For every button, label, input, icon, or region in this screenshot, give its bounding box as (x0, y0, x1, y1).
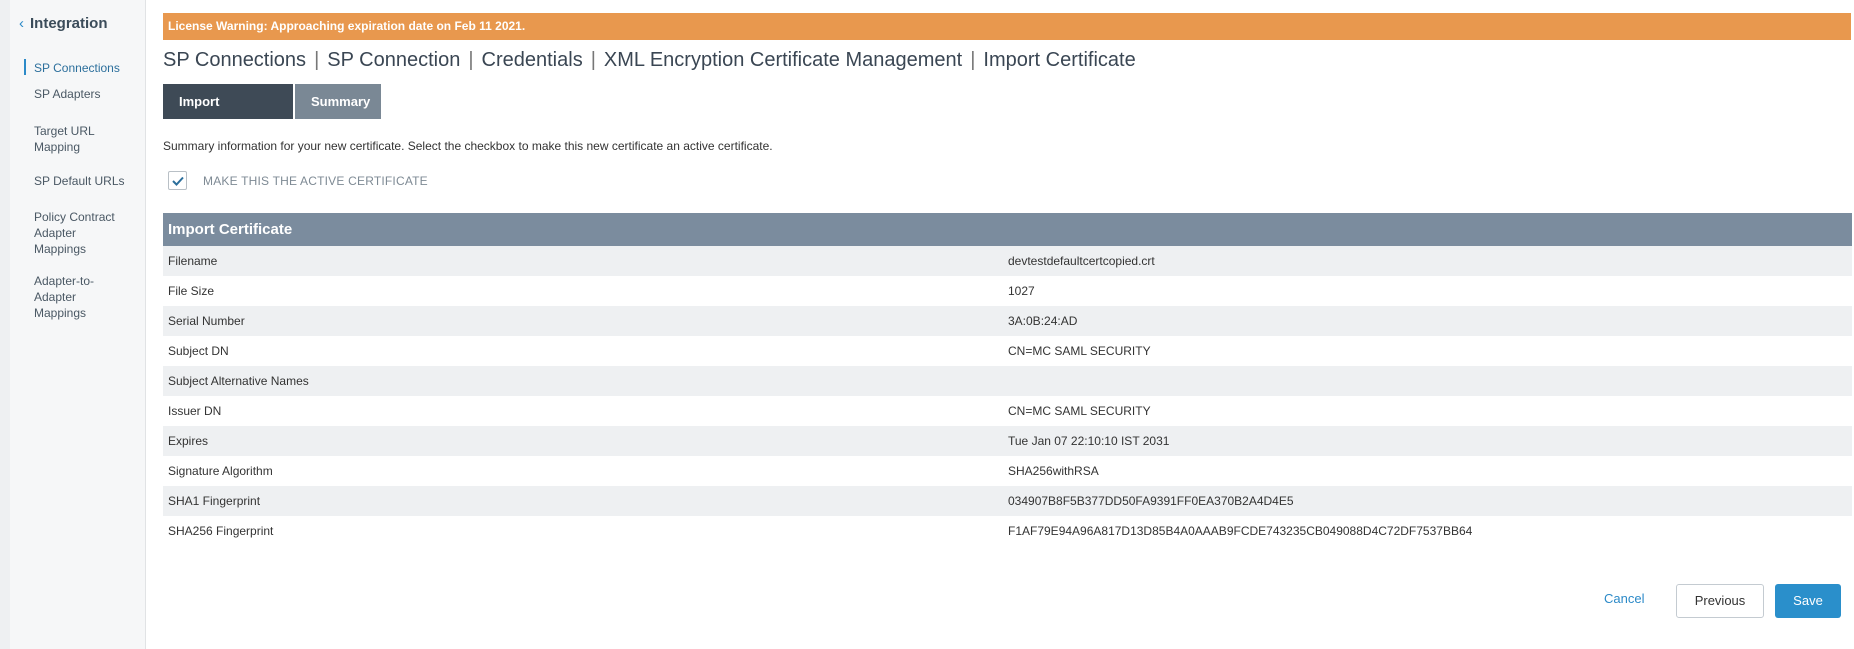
wizard-tabs: Import Certificate Summary (163, 84, 381, 144)
sidebar-item-adapter-to-adapter-mappings[interactable]: Adapter-to-Adapter Mappings (34, 273, 109, 321)
breadcrumb-import-certificate: Import Certificate (983, 49, 1136, 71)
row-key: File Size (168, 284, 215, 298)
breadcrumb-separator: | (970, 49, 976, 71)
table-row: File Size 1027 (163, 276, 1852, 306)
row-value (1008, 366, 1852, 396)
breadcrumb-separator: | (590, 49, 596, 71)
chevron-left-icon: ‹ (19, 15, 24, 32)
row-key: Subject Alternative Names (168, 374, 309, 388)
active-indicator (24, 59, 26, 75)
breadcrumb-sp-connections[interactable]: SP Connections (163, 49, 306, 71)
tab-summary[interactable]: Summary (295, 84, 381, 119)
table-header: Import Certificate (163, 213, 1852, 246)
breadcrumb-credentials[interactable]: Credentials (482, 49, 583, 71)
certificate-summary-table: Import Certificate Filename devtestdefaul… (163, 213, 1852, 546)
active-certificate-label: MAKE THIS THE ACTIVE CERTIFICATE (203, 173, 428, 188)
save-button[interactable]: Save (1775, 584, 1841, 618)
back-label: Integration (30, 15, 108, 32)
table-row: Expires Tue Jan 07 22:10:10 IST 2031 (163, 426, 1852, 456)
sidebar-item-sp-default-urls[interactable]: SP Default URLs (34, 173, 144, 189)
cancel-button[interactable]: Cancel (1604, 591, 1644, 606)
row-key: Expires (168, 434, 209, 448)
row-value: CN=MC SAML SECURITY (1008, 404, 1151, 418)
row-value: Tue Jan 07 22:10:10 IST 2031 (1008, 434, 1170, 448)
summary-description: Summary information for your new certifi… (163, 139, 773, 153)
row-key: Signature Algorithm (168, 464, 273, 478)
table-row: Subject DN CN=MC SAML SECURITY (163, 336, 1852, 366)
table-row: Signature Algorithm SHA256withRSA (163, 456, 1852, 486)
row-key: Serial Number (168, 314, 245, 328)
table-row: SHA1 Fingerprint 034907B8F5B377DD50FA9391… (163, 486, 1852, 516)
sidebar-item-sp-adapters[interactable]: SP Adapters (34, 86, 144, 102)
breadcrumb-separator: | (468, 49, 474, 71)
row-value: F1AF79E94A96A817D13D85B4A0AAAB9FCDE74323… (1008, 524, 1473, 538)
sidebar-item-target-url-mapping[interactable]: Target URL Mapping (34, 123, 104, 155)
row-value: 034907B8F5B377DD50FA9391FF0EA370B2A4D4E5 (1008, 494, 1294, 508)
left-rail (0, 0, 10, 649)
sidebar-item-sp-connections[interactable]: SP Connections (34, 60, 144, 76)
row-value: SHA256withRSA (1008, 464, 1099, 478)
breadcrumb-separator: | (314, 49, 320, 71)
row-key: SHA1 Fingerprint (168, 494, 261, 508)
table-row: Issuer DN CN=MC SAML SECURITY (163, 396, 1852, 426)
row-value: CN=MC SAML SECURITY (1008, 344, 1151, 358)
row-key: Issuer DN (168, 404, 222, 418)
sidebar-item-policy-contract-adapter-mappings[interactable]: Policy Contract Adapter Mappings (34, 209, 129, 257)
active-certificate-checkbox[interactable] (168, 171, 187, 190)
row-value: devtestdefaultcertcopied.crt (1008, 254, 1155, 268)
main-content: License Warning: Approaching expiration … (145, 0, 1854, 649)
row-key: Subject DN (168, 344, 229, 358)
row-value: 3A:0B:24:AD (1008, 314, 1078, 328)
breadcrumb: SP Connections | SP Connection | Credentials… (163, 49, 1136, 72)
row-value: 1027 (1008, 284, 1035, 298)
breadcrumb-xml-encryption-cert-mgmt[interactable]: XML Encryption Certificate Management (604, 49, 962, 71)
table-row: Serial Number 3A:0B:24:AD (163, 306, 1852, 336)
active-certificate-option: MAKE THIS THE ACTIVE CERTIFICATE (168, 171, 428, 190)
breadcrumb-sp-connection[interactable]: SP Connection (327, 49, 460, 71)
sidebar: ‹ Integration SP Connections SP Adapters … (10, 0, 146, 649)
row-key: SHA256 Fingerprint (168, 524, 274, 538)
previous-button[interactable]: Previous (1676, 584, 1764, 618)
table-row: Filename devtestdefaultcertcopied.crt (163, 246, 1852, 276)
license-warning-banner: License Warning: Approaching expiration … (163, 13, 1851, 40)
table-row: SHA256 Fingerprint F1AF79E94A96A817D13D85… (163, 516, 1852, 546)
tab-import-certificate[interactable]: Import Certificate (163, 84, 293, 144)
table-body: Filename devtestdefaultcertcopied.crt Fil… (163, 246, 1852, 546)
back-to-integration[interactable]: ‹ Integration (19, 15, 108, 32)
table-row: Subject Alternative Names (163, 366, 1852, 396)
checkmark-icon (171, 176, 184, 186)
row-key: Filename (168, 254, 218, 268)
